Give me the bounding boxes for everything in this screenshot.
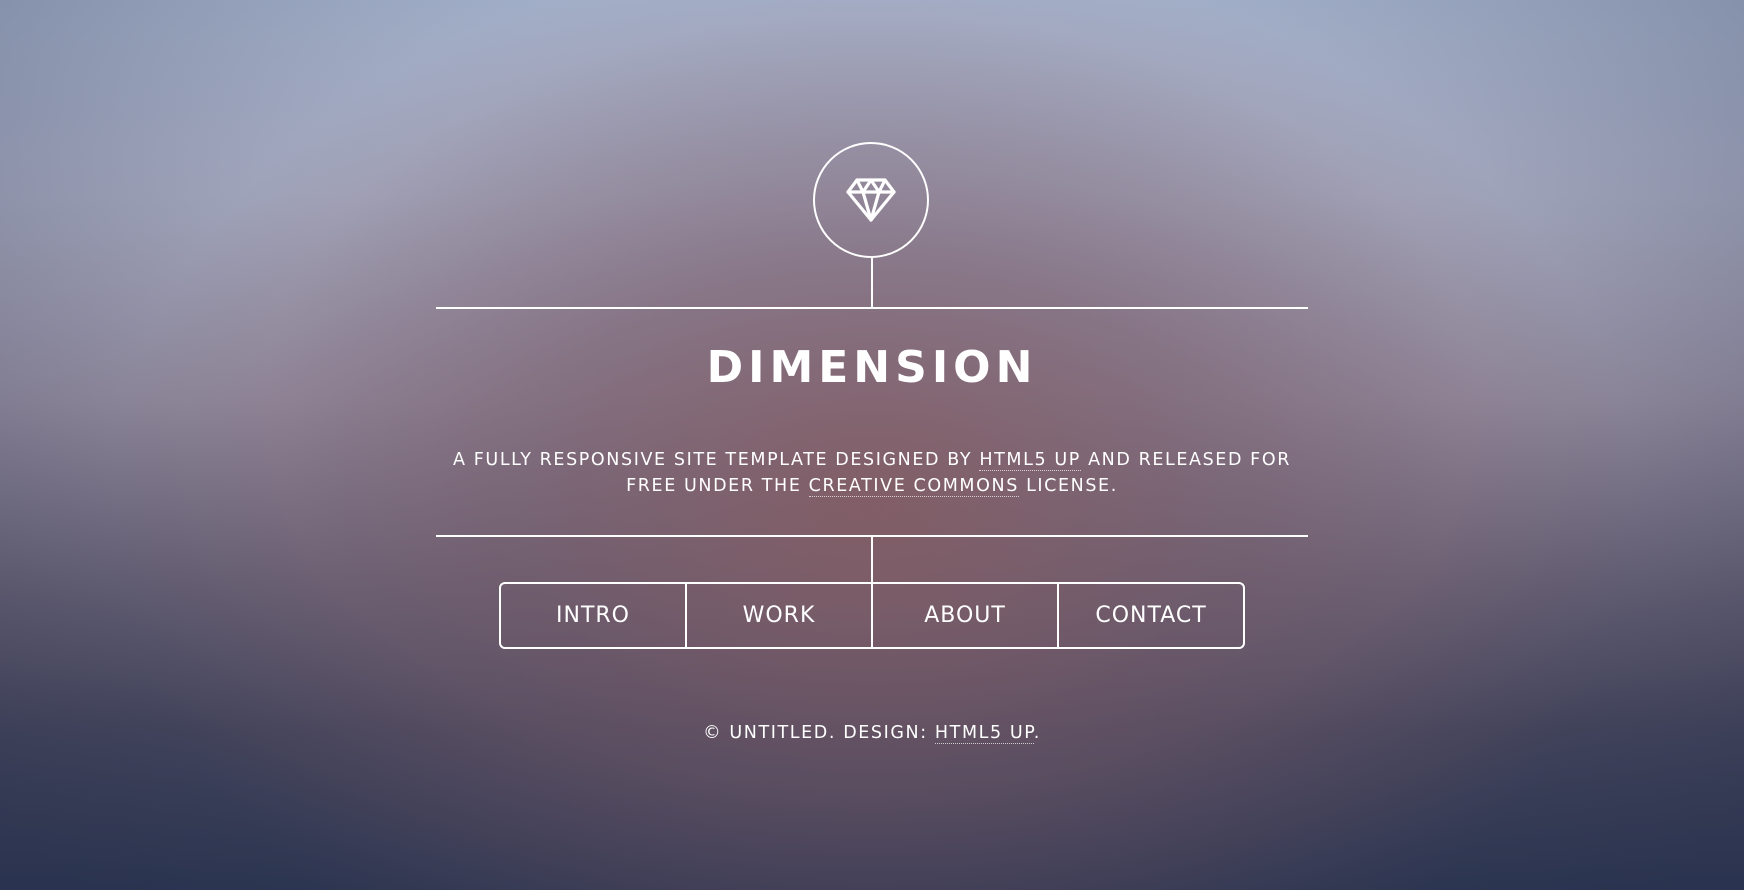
background-vignette [0, 0, 1744, 890]
site-title: DIMENSION [706, 342, 1038, 393]
footer-copyright: © Untitled. Design: HTML5 UP. [436, 723, 1308, 744]
diamond-icon [845, 176, 897, 224]
nav-item-work[interactable]: Work [685, 584, 871, 647]
connector-line-bottom [871, 537, 873, 583]
html5up-link[interactable]: HTML5 UP [979, 450, 1081, 471]
divider-top [436, 307, 1308, 309]
nav-item-contact[interactable]: Contact [1057, 584, 1243, 647]
footer-html5up-link[interactable]: HTML5 UP [934, 723, 1034, 744]
copyright-text: © Untitled. Design: [703, 723, 935, 743]
intro-text-part3: license. [1018, 476, 1118, 496]
intro-text-part1: A fully responsive site template designe… [453, 450, 980, 470]
nav-item-about[interactable]: About [871, 584, 1057, 647]
connector-line-top [871, 258, 873, 308]
creative-commons-link[interactable]: Creative Commons [808, 476, 1019, 497]
nav-item-intro[interactable]: Intro [501, 584, 685, 647]
main-nav: Intro Work About Contact [499, 582, 1245, 649]
copyright-suffix: . [1033, 723, 1041, 743]
intro-text: A fully responsive site template designe… [436, 447, 1308, 499]
logo-circle [813, 142, 929, 258]
